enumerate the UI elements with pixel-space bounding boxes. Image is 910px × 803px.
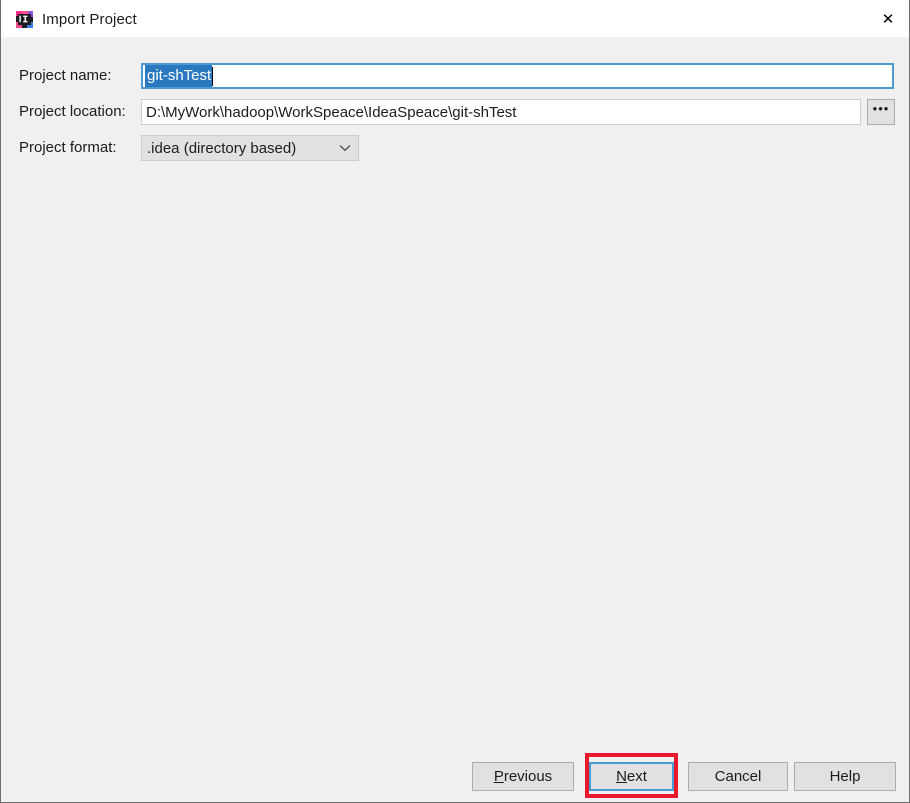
- intellij-idea-icon: [16, 10, 33, 28]
- close-icon: ✕: [881, 9, 895, 28]
- project-format-select[interactable]: .idea (directory based): [141, 135, 359, 161]
- window-title: Import Project: [42, 10, 137, 28]
- help-button-label: Help: [829, 768, 861, 785]
- cancel-button[interactable]: Cancel: [688, 762, 788, 791]
- next-button-label: ext: [626, 768, 647, 785]
- import-project-dialog: Import Project ✕ Project name: git-shTes…: [0, 0, 910, 803]
- title-bar-content: Import Project: [16, 0, 137, 38]
- help-button[interactable]: Help: [794, 762, 896, 791]
- cancel-button-label: Cancel: [714, 768, 762, 785]
- previous-button-label: revious: [503, 768, 553, 785]
- project-name-value: git-shTest: [145, 65, 213, 87]
- chevron-down-icon: [332, 144, 358, 152]
- browse-button[interactable]: •••: [867, 99, 895, 125]
- project-location-input[interactable]: D:\MyWork\hadoop\WorkSpeace\IdeaSpeace\g…: [141, 99, 861, 125]
- previous-button[interactable]: Previous: [472, 762, 574, 791]
- footer-button-bar: Previous Next Cancel Help: [1, 750, 909, 802]
- project-location-label: Project location:: [19, 103, 126, 120]
- text-caret: [212, 66, 214, 86]
- next-button[interactable]: Next: [589, 762, 674, 791]
- title-bar: Import Project ✕: [1, 0, 909, 38]
- project-name-label: Project name:: [19, 67, 112, 84]
- previous-button-mnemonic: P: [493, 768, 504, 785]
- project-name-input[interactable]: git-shTest: [141, 63, 894, 89]
- close-button[interactable]: ✕: [865, 0, 909, 38]
- next-button-mnemonic: N: [616, 768, 627, 785]
- project-format-value: .idea (directory based): [147, 139, 297, 157]
- project-format-label: Project format:: [19, 139, 117, 156]
